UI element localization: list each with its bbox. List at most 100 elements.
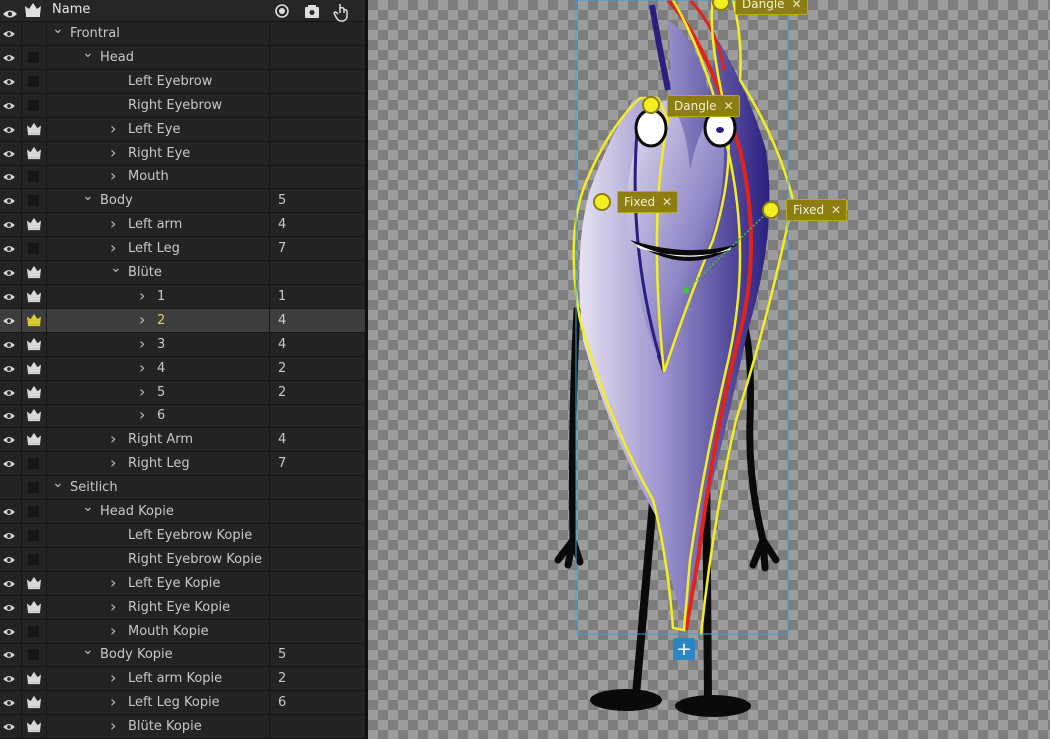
chevron-right-icon[interactable]: ›: [110, 668, 116, 687]
independence-toggle[interactable]: [21, 476, 47, 500]
layer-name-cell[interactable]: › Left Eye: [46, 117, 270, 141]
chevron-right-icon[interactable]: ›: [110, 692, 116, 711]
visibility-toggle[interactable]: [0, 357, 20, 380]
layer-row[interactable]: ⌄ Head Kopie: [0, 499, 365, 524]
hand-pointer-icon[interactable]: [333, 2, 351, 22]
visibility-toggle[interactable]: [0, 46, 20, 69]
layer-row[interactable]: ⌄ Blüte: [0, 260, 365, 285]
visibility-toggle[interactable]: [0, 94, 20, 117]
layer-name-cell[interactable]: › Left Leg Kopie: [46, 691, 270, 715]
independence-toggle[interactable]: [21, 22, 47, 45]
layer-name-cell[interactable]: › Mouth Kopie: [46, 619, 270, 643]
layer-row[interactable]: › 3 4: [0, 332, 365, 357]
puppet-canvas[interactable]: + Dangle ✕ Dangle ✕ Fixed ✕ Fixed ✕: [368, 0, 1050, 739]
independence-toggle[interactable]: [21, 332, 47, 356]
independence-toggle[interactable]: [21, 643, 47, 667]
layer-row[interactable]: Right Eyebrow Kopie: [0, 547, 365, 572]
layer-name-cell[interactable]: Left Eyebrow Kopie: [46, 523, 270, 547]
layer-name-cell[interactable]: ⌄ Head Kopie: [46, 499, 270, 523]
layer-row[interactable]: › Left Eye Kopie: [0, 571, 365, 596]
add-handle-button[interactable]: +: [673, 638, 695, 660]
layer-name-cell[interactable]: Left Eyebrow: [46, 69, 270, 93]
visibility-toggle[interactable]: [0, 309, 20, 332]
layer-name-cell[interactable]: ⌄ Frontral: [46, 21, 270, 45]
visibility-toggle[interactable]: [0, 691, 20, 714]
layer-name-cell[interactable]: › Blüte Kopie: [46, 715, 270, 739]
visibility-toggle[interactable]: [0, 404, 20, 427]
independence-toggle[interactable]: [21, 213, 47, 237]
layer-row[interactable]: › Blüte Kopie: [0, 715, 365, 739]
layer-row[interactable]: › Right Leg 7: [0, 452, 365, 477]
layer-name-cell[interactable]: › 2: [46, 308, 270, 332]
visibility-toggle[interactable]: [0, 333, 20, 356]
layer-row[interactable]: › 4 2: [0, 356, 365, 381]
layer-name-cell[interactable]: › Right Leg: [46, 452, 270, 476]
chevron-right-icon[interactable]: ›: [110, 621, 116, 640]
visibility-toggle[interactable]: [0, 643, 20, 666]
independence-toggle[interactable]: [21, 380, 47, 404]
independence-toggle[interactable]: [21, 165, 47, 189]
independence-toggle[interactable]: [21, 356, 47, 380]
layer-row[interactable]: Left Eyebrow Kopie: [0, 523, 365, 548]
visibility-toggle[interactable]: [0, 189, 20, 212]
independence-toggle[interactable]: [21, 404, 47, 428]
layer-row[interactable]: › Left Leg 7: [0, 237, 365, 262]
chevron-right-icon[interactable]: ›: [110, 429, 116, 448]
chevron-right-icon[interactable]: ›: [139, 286, 145, 305]
layer-name-cell[interactable]: › Left arm Kopie: [46, 667, 270, 691]
layer-name-cell[interactable]: ⌄ Blüte: [46, 260, 270, 284]
chevron-down-icon[interactable]: ⌄: [52, 475, 64, 491]
independence-toggle[interactable]: [21, 237, 47, 261]
layer-row[interactable]: › Left arm Kopie 2: [0, 667, 365, 692]
layer-row[interactable]: Left Eyebrow: [0, 69, 365, 94]
chevron-right-icon[interactable]: ›: [110, 597, 116, 616]
chevron-down-icon[interactable]: ⌄: [82, 188, 94, 204]
chevron-right-icon[interactable]: ›: [110, 453, 116, 472]
chevron-right-icon[interactable]: ›: [110, 238, 116, 257]
chevron-down-icon[interactable]: ⌄: [82, 499, 94, 515]
record-icon[interactable]: [273, 2, 291, 20]
camera-icon[interactable]: [303, 2, 321, 20]
independence-toggle[interactable]: [21, 452, 47, 476]
handle-tag-fixed-right[interactable]: Fixed ✕: [786, 199, 848, 221]
visibility-toggle[interactable]: [0, 667, 20, 690]
independence-toggle[interactable]: [21, 117, 47, 141]
layer-row[interactable]: ⌄ Frontral: [0, 21, 365, 46]
layer-name-cell[interactable]: › Left Eye Kopie: [46, 571, 270, 595]
independence-toggle[interactable]: [21, 69, 47, 93]
layer-row[interactable]: › Left Leg Kopie 6: [0, 691, 365, 716]
close-icon[interactable]: ✕: [662, 192, 672, 212]
independence-toggle[interactable]: [21, 284, 47, 308]
layer-row[interactable]: › Right Arm 4: [0, 428, 365, 453]
visibility-toggle[interactable]: [0, 715, 20, 738]
layer-name-cell[interactable]: › Right Eye Kopie: [46, 595, 270, 619]
layer-name-cell[interactable]: › 4: [46, 356, 270, 380]
column-name-label[interactable]: Name: [52, 2, 90, 17]
layer-row[interactable]: › Left Eye: [0, 117, 365, 142]
independence-toggle[interactable]: [21, 691, 47, 715]
handle-tag-fixed-left[interactable]: Fixed ✕: [617, 191, 679, 213]
layer-name-cell[interactable]: › 5: [46, 380, 270, 404]
layer-row[interactable]: › 1 1: [0, 284, 365, 309]
layer-name-cell[interactable]: ⌄ Seitlich: [46, 475, 270, 500]
layer-name-cell[interactable]: › 3: [46, 332, 270, 356]
chevron-right-icon[interactable]: ›: [110, 573, 116, 592]
layer-row[interactable]: › 2 4: [0, 308, 365, 333]
independence-toggle[interactable]: [21, 428, 47, 452]
layer-row[interactable]: › Left arm 4: [0, 213, 365, 238]
chevron-right-icon[interactable]: ›: [110, 716, 116, 735]
visibility-toggle[interactable]: [0, 142, 20, 165]
layer-row[interactable]: › Mouth: [0, 165, 365, 190]
independence-toggle[interactable]: [21, 45, 47, 69]
independence-toggle[interactable]: [21, 189, 47, 213]
layer-row[interactable]: ⌄ Body 5: [0, 188, 365, 214]
chevron-right-icon[interactable]: ›: [139, 405, 145, 424]
close-icon[interactable]: ✕: [791, 0, 801, 14]
chevron-down-icon[interactable]: ⌄: [82, 642, 94, 658]
visibility-toggle[interactable]: [0, 524, 20, 547]
independence-toggle[interactable]: [21, 571, 47, 595]
visibility-toggle[interactable]: [0, 476, 20, 499]
layer-row[interactable]: › 6: [0, 404, 365, 429]
chevron-down-icon[interactable]: ⌄: [82, 45, 94, 61]
visibility-toggle[interactable]: [0, 285, 20, 308]
